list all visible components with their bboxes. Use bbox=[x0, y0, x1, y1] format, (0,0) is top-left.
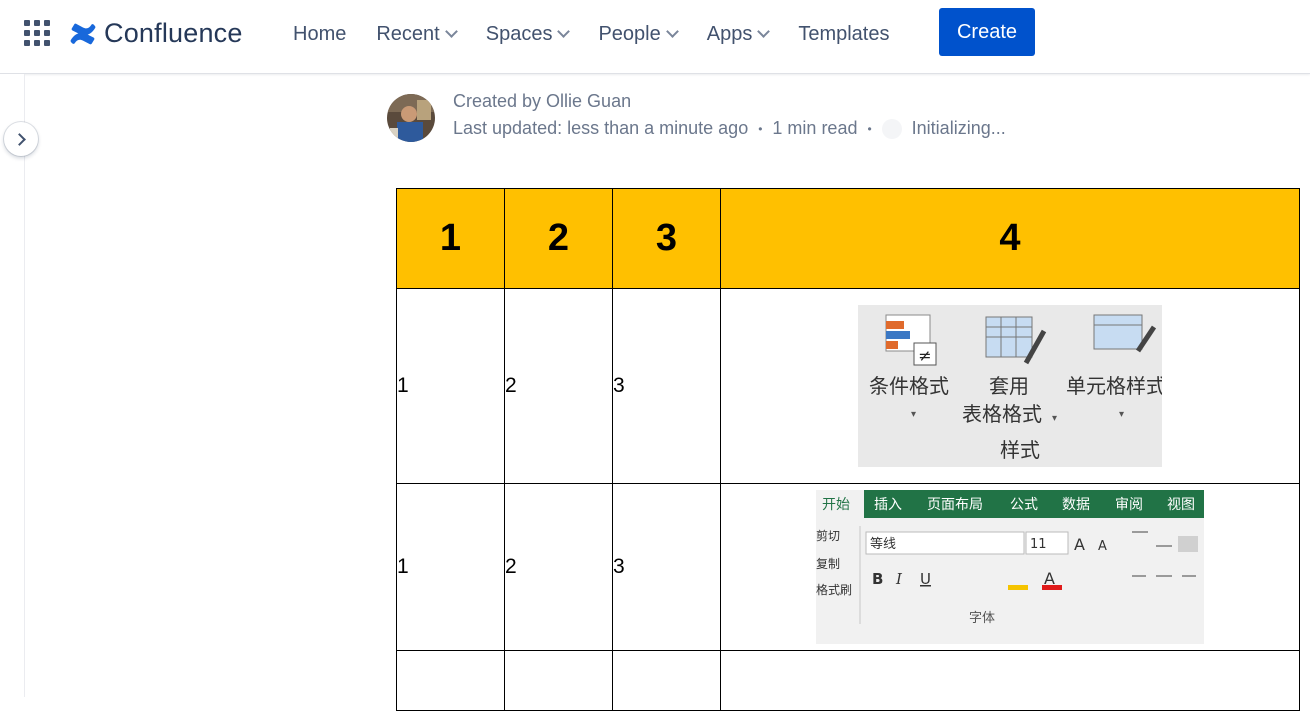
table-cell-image: ≠ 条件格式 套用 表格格式 单元格样式 ▾ ▾ ▾ 样式 bbox=[720, 288, 1300, 484]
ribbon-label: 格式刷 bbox=[816, 582, 852, 597]
ribbon-group-label: 字体 bbox=[969, 611, 995, 626]
table-cell: 2 bbox=[504, 483, 613, 651]
svg-text:≠: ≠ bbox=[918, 346, 931, 365]
ribbon-tab: 开始 bbox=[822, 497, 850, 513]
loading-icon bbox=[881, 118, 902, 139]
ribbon-label: 条件格式 bbox=[869, 374, 949, 398]
ribbon-label: 复制 bbox=[816, 557, 840, 571]
ribbon-tab: 数据 bbox=[1062, 497, 1090, 513]
confluence-logo-icon bbox=[70, 23, 96, 44]
bold-icon: B bbox=[872, 570, 883, 588]
ribbon-group-label: 样式 bbox=[1000, 438, 1040, 462]
expand-sidebar-button[interactable] bbox=[4, 122, 38, 156]
ribbon-tab: 审阅 bbox=[1115, 497, 1143, 513]
table-row: 1 2 3 开始 插入 页面布局 公式 数据 审阅 视图 剪切 复制 格式刷 等… bbox=[396, 483, 1300, 651]
chevron-down-icon bbox=[665, 24, 679, 38]
ribbon-label: 表格格式 bbox=[962, 402, 1042, 426]
italic-icon: I bbox=[895, 570, 903, 588]
ribbon-label: 剪切 bbox=[816, 528, 840, 543]
page-metadata: Last updated: less than a minute ago • 1… bbox=[453, 118, 1006, 139]
last-updated[interactable]: Last updated: less than a minute ago bbox=[453, 118, 748, 139]
nav-home[interactable]: Home bbox=[293, 23, 346, 46]
nav-apps[interactable]: Apps bbox=[706, 22, 771, 46]
table-header-row: 1 2 3 4 bbox=[396, 188, 1300, 289]
shrink-font-icon: A bbox=[1098, 539, 1107, 554]
chevron-down-icon bbox=[757, 24, 771, 38]
nav-spaces-label: Spaces bbox=[485, 22, 553, 45]
excel-styles-ribbon-image: ≠ 条件格式 套用 表格格式 单元格样式 ▾ ▾ ▾ 样式 bbox=[858, 305, 1162, 467]
status-text: Initializing... bbox=[911, 118, 1006, 138]
chevron-right-icon bbox=[13, 133, 26, 146]
nav-people[interactable]: People bbox=[598, 22, 679, 46]
nav-recent-label: Recent bbox=[376, 22, 440, 45]
ribbon-tab: 公式 bbox=[1010, 497, 1038, 513]
table-cell bbox=[612, 650, 721, 711]
table-row: 1 2 3 ≠ 条件格式 套用 表格格式 单元格样式 ▾ ▾ ▾ 样式 bbox=[396, 288, 1300, 484]
table-cell: 3 bbox=[612, 288, 721, 484]
table-cell-image: 开始 插入 页面布局 公式 数据 审阅 视图 剪切 复制 格式刷 等线 11 A… bbox=[720, 483, 1300, 651]
dropdown-arrow-icon: ▾ bbox=[1119, 409, 1124, 420]
primary-nav: Home Recent Spaces People Apps Templates bbox=[293, 0, 919, 68]
table-cell bbox=[396, 650, 505, 711]
dropdown-arrow-icon: ▾ bbox=[1052, 413, 1057, 424]
nav-apps-label: Apps bbox=[706, 22, 753, 45]
table-header-cell: 1 bbox=[396, 188, 505, 289]
table-header-cell: 3 bbox=[612, 188, 721, 289]
grow-font-icon: A bbox=[1074, 535, 1085, 554]
ribbon-tab: 插入 bbox=[874, 497, 902, 513]
table-cell: 1 bbox=[396, 483, 505, 651]
app-switcher-icon[interactable] bbox=[24, 20, 50, 46]
fill-color-icon bbox=[1008, 585, 1028, 590]
top-navigation: Confluence Home Recent Spaces People App… bbox=[0, 0, 1310, 74]
table-row bbox=[396, 650, 1300, 711]
chevron-down-icon bbox=[444, 24, 458, 38]
table-cell bbox=[504, 650, 613, 711]
table-cell: 2 bbox=[504, 288, 613, 484]
nav-home-label: Home bbox=[293, 22, 347, 45]
nav-templates-label: Templates bbox=[798, 22, 890, 45]
table-cell: 3 bbox=[612, 483, 721, 651]
table-cell bbox=[720, 650, 1300, 711]
read-time: 1 min read bbox=[772, 118, 858, 138]
table-cell: 1 bbox=[396, 288, 505, 484]
separator-dot: • bbox=[758, 121, 763, 136]
avatar-image bbox=[387, 94, 435, 142]
ribbon-label: 单元格样式 bbox=[1066, 374, 1162, 398]
ribbon-label: 套用 bbox=[989, 374, 1029, 398]
table-header-cell: 4 bbox=[720, 188, 1300, 289]
separator-dot: • bbox=[867, 121, 872, 136]
nav-spaces[interactable]: Spaces bbox=[485, 22, 571, 46]
font-name-box: 等线 bbox=[870, 536, 896, 552]
content-table: 1 2 3 4 1 2 3 ≠ 条件格式 套用 表格格式 单元格样式 ▾ ▾ ▾… bbox=[396, 188, 1300, 711]
nav-templates[interactable]: Templates bbox=[798, 23, 889, 46]
excel-font-ribbon-image: 开始 插入 页面布局 公式 数据 审阅 视图 剪切 复制 格式刷 等线 11 A… bbox=[816, 490, 1204, 644]
table-header-cell: 2 bbox=[504, 188, 613, 289]
dropdown-arrow-icon: ▾ bbox=[911, 409, 916, 420]
nav-recent[interactable]: Recent bbox=[376, 22, 458, 46]
collapsed-sidebar bbox=[0, 74, 25, 697]
ribbon-tab: 页面布局 bbox=[927, 497, 983, 513]
create-button[interactable]: Create bbox=[939, 8, 1035, 56]
font-size-box: 11 bbox=[1030, 537, 1047, 552]
created-by[interactable]: Created by Ollie Guan bbox=[453, 91, 631, 112]
chevron-down-icon bbox=[557, 24, 571, 38]
product-name: Confluence bbox=[104, 18, 243, 48]
avatar[interactable] bbox=[387, 94, 435, 142]
ribbon-tab: 视图 bbox=[1167, 497, 1195, 513]
underline-icon: U bbox=[920, 570, 931, 588]
confluence-logo[interactable]: Confluence bbox=[69, 18, 243, 49]
nav-people-label: People bbox=[598, 22, 661, 45]
